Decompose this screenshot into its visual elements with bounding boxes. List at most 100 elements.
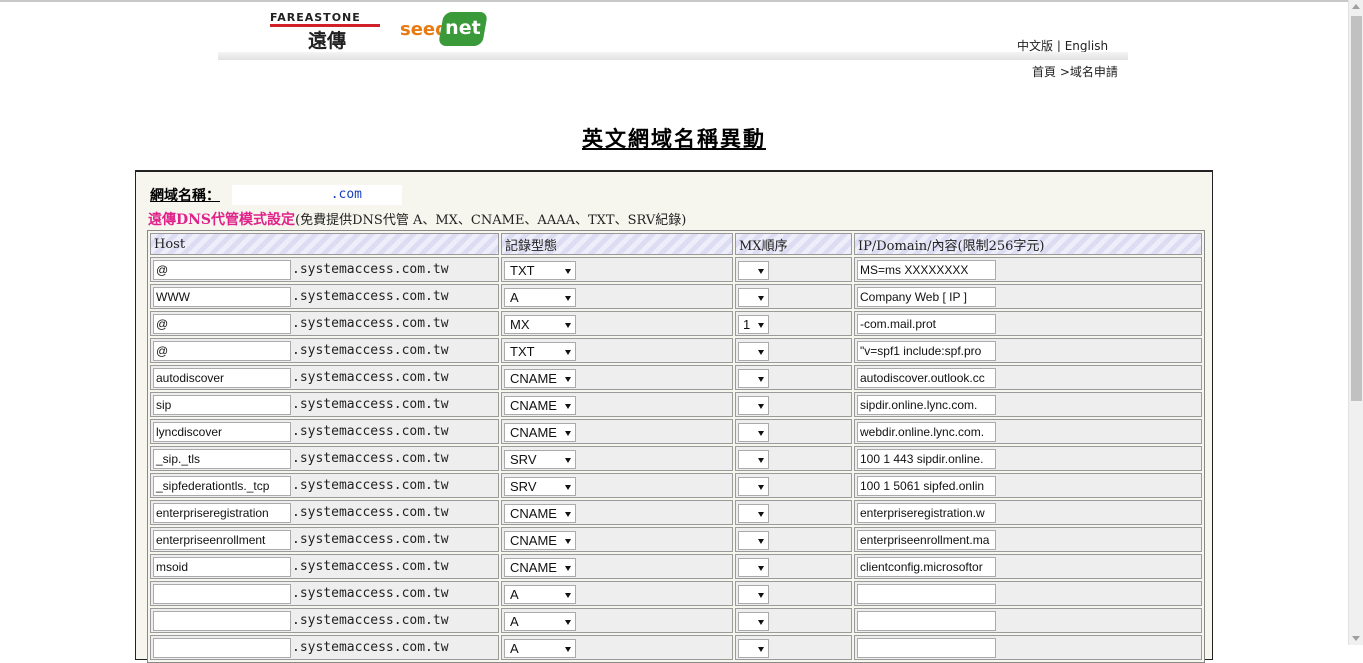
lang-zh-link[interactable]: 中文版 — [1017, 39, 1053, 53]
breadcrumb-separator: > — [1059, 65, 1070, 79]
record-type-select[interactable]: A — [504, 638, 576, 658]
breadcrumb-home[interactable]: 首頁 — [1032, 65, 1056, 79]
domain-suffix: .systemaccess.com.tw — [292, 586, 449, 602]
chevron-down-icon — [565, 646, 571, 652]
scroll-up-arrow-icon[interactable] — [1352, 4, 1360, 9]
record-type-select[interactable]: CNAME — [504, 557, 576, 577]
record-type-select[interactable]: CNAME — [504, 530, 576, 550]
content-input[interactable]: webdir.online.lync.com. — [857, 421, 996, 442]
record-type-select[interactable]: CNAME — [504, 395, 576, 415]
mx-order-select[interactable] — [738, 287, 769, 307]
mx-order-select[interactable] — [738, 476, 769, 496]
mx-order-select[interactable] — [738, 368, 769, 388]
vertical-scrollbar[interactable] — [1348, 0, 1363, 645]
content-input[interactable]: autodiscover.outlook.cc — [857, 367, 996, 388]
mx-order-select[interactable] — [738, 395, 769, 415]
content-input[interactable] — [857, 637, 996, 658]
content-input[interactable] — [857, 583, 996, 604]
content-input[interactable]: enterpriseregistration.w — [857, 502, 996, 523]
record-type-select[interactable]: CNAME — [504, 503, 576, 523]
domain-suffix: .systemaccess.com.tw — [292, 505, 449, 521]
record-type-select[interactable]: MX — [504, 314, 576, 334]
content-input[interactable]: -com.mail.prot — [857, 313, 996, 334]
domain-suffix: .systemaccess.com.tw — [292, 640, 449, 656]
host-input[interactable] — [153, 583, 291, 604]
content-input[interactable]: clientconfig.microsoftor — [857, 556, 996, 577]
host-input[interactable]: _sipfederationtls._tcp — [153, 475, 291, 496]
record-type-cell: TXT — [501, 257, 733, 282]
record-type-select[interactable]: SRV — [504, 476, 576, 496]
lang-en-link[interactable]: English — [1065, 39, 1108, 53]
content-cell: clientconfig.microsoftor — [854, 554, 1202, 579]
fareastone-logo-text: FAREASTONE — [270, 11, 361, 24]
content-input[interactable]: sipdir.online.lync.com. — [857, 394, 996, 415]
host-input[interactable]: _sip._tls — [153, 448, 291, 469]
host-input[interactable] — [153, 637, 291, 658]
mx-order-select[interactable] — [738, 422, 769, 442]
lang-separator: | — [1056, 39, 1061, 53]
host-input[interactable]: @ — [153, 340, 291, 361]
record-type-value: SRV — [510, 451, 537, 467]
content-cell — [854, 581, 1202, 606]
scroll-down-arrow-icon[interactable] — [1352, 636, 1360, 641]
host-cell: @ .systemaccess.com.tw — [150, 338, 499, 363]
record-type-select[interactable]: TXT — [504, 341, 576, 361]
content-input[interactable]: enterpriseenrollment.ma — [857, 529, 996, 550]
mx-order-cell — [735, 419, 852, 444]
mx-order-select[interactable] — [738, 584, 769, 604]
content-input[interactable]: 100 1 443 sipdir.online. — [857, 448, 996, 469]
content-input[interactable]: MS=ms XXXXXXXX — [857, 259, 996, 280]
host-input[interactable]: lyncdiscover — [153, 421, 291, 442]
record-type-select[interactable]: CNAME — [504, 368, 576, 388]
domain-suffix: .systemaccess.com.tw — [292, 559, 449, 575]
record-type-cell: CNAME — [501, 554, 733, 579]
record-type-select[interactable]: A — [504, 287, 576, 307]
host-input[interactable]: enterpriseenrollment — [153, 529, 291, 550]
content-cell: MS=ms XXXXXXXX — [854, 257, 1202, 282]
mx-order-select[interactable] — [738, 611, 769, 631]
mx-order-select[interactable] — [738, 341, 769, 361]
scrollbar-thumb[interactable] — [1351, 16, 1362, 401]
breadcrumb-current[interactable]: 域名申請 — [1070, 65, 1118, 79]
domain-suffix: .systemaccess.com.tw — [292, 343, 449, 359]
host-input[interactable]: WWW — [153, 286, 291, 307]
host-input[interactable]: enterpriseregistration — [153, 502, 291, 523]
chevron-down-icon — [758, 538, 764, 544]
record-type-select[interactable]: A — [504, 611, 576, 631]
host-cell: WWW .systemaccess.com.tw — [150, 284, 499, 309]
record-type-value: A — [510, 586, 519, 602]
record-type-select[interactable]: TXT — [504, 260, 576, 280]
col-host: Host — [150, 233, 499, 255]
mx-order-select[interactable] — [738, 260, 769, 280]
record-type-select[interactable]: CNAME — [504, 422, 576, 442]
table-row: lyncdiscover .systemaccess.com.tw CNAME w… — [150, 419, 1202, 444]
chevron-down-icon — [565, 430, 571, 436]
host-input[interactable]: @ — [153, 313, 291, 334]
mx-order-select[interactable] — [738, 530, 769, 550]
content-input[interactable]: "v=spf1 include:spf.pro — [857, 340, 996, 361]
domain-suffix: .systemaccess.com.tw — [292, 451, 449, 467]
host-input[interactable]: autodiscover — [153, 367, 291, 388]
content-cell: 100 1 443 sipdir.online. — [854, 446, 1202, 471]
mx-order-cell — [735, 392, 852, 417]
chevron-down-icon — [565, 268, 571, 274]
host-input[interactable]: @ — [153, 259, 291, 280]
record-type-select[interactable]: A — [504, 584, 576, 604]
mx-order-cell — [735, 608, 852, 633]
mx-order-select[interactable] — [738, 638, 769, 658]
mx-order-select[interactable] — [738, 503, 769, 523]
host-input[interactable]: sip — [153, 394, 291, 415]
content-input[interactable] — [857, 610, 996, 631]
record-type-select[interactable]: SRV — [504, 449, 576, 469]
content-input[interactable]: 100 1 5061 sipfed.onlin — [857, 475, 996, 496]
content-input[interactable]: Company Web [ IP ] — [857, 286, 996, 307]
mx-order-select[interactable] — [738, 449, 769, 469]
mx-order-select[interactable] — [738, 557, 769, 577]
fareastone-logo[interactable]: FAREASTONE 遠傳 — [270, 11, 385, 52]
content-cell — [854, 608, 1202, 633]
mx-order-select[interactable]: 1 — [738, 314, 769, 334]
host-input[interactable] — [153, 610, 291, 631]
record-type-cell: A — [501, 284, 733, 309]
domain-suffix: .systemaccess.com.tw — [292, 478, 449, 494]
host-input[interactable]: msoid — [153, 556, 291, 577]
